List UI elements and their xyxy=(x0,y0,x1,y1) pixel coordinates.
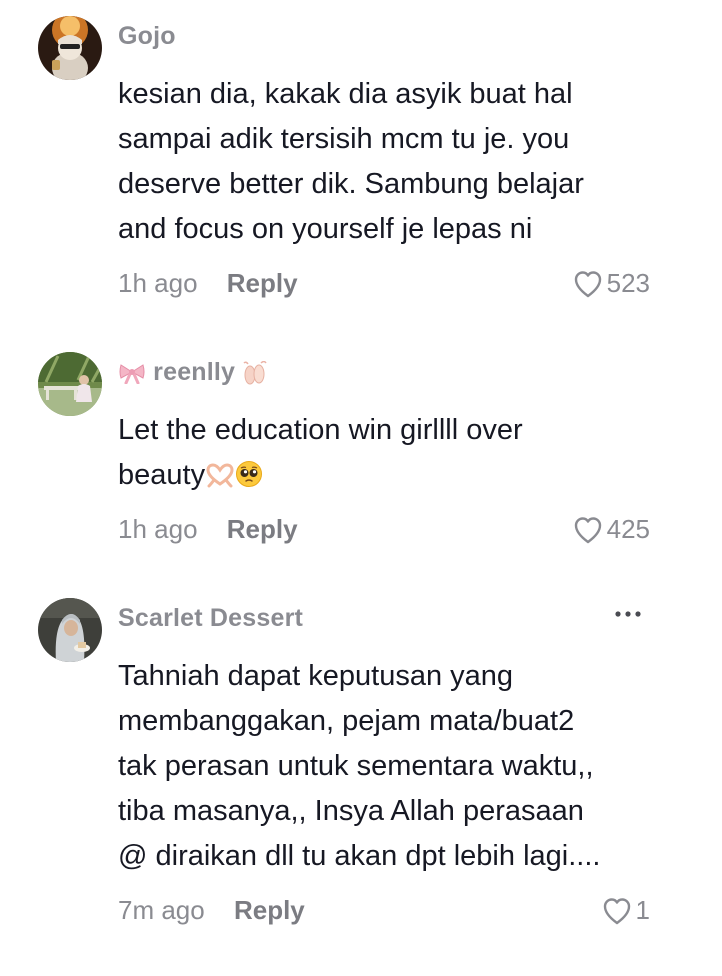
comment-text-line: Let the education win girllll over xyxy=(118,414,523,446)
avatar[interactable] xyxy=(38,598,102,662)
comment-text-line: and focus on yourself je lepas ni xyxy=(118,213,533,245)
username-row[interactable]: reenlly xyxy=(118,358,268,387)
comment-text-line: deserve better dik. Sambung belajar xyxy=(118,168,584,200)
comment-text-line: kesian dia, kakak dia asyik buat hal xyxy=(118,78,573,110)
reply-button[interactable]: Reply xyxy=(227,268,298,298)
comment-text: Tahniah dapat keputusan yang membanggaka… xyxy=(118,654,678,879)
comment-text-line: tiba masanya,, Insya Allah perasaan xyxy=(118,795,584,827)
heart-outline-icon xyxy=(574,516,601,543)
heart-outline-icon xyxy=(603,897,630,924)
like-count: 523 xyxy=(606,268,650,298)
like-button[interactable]: 425 xyxy=(573,514,650,545)
like-button[interactable]: 523 xyxy=(573,268,650,299)
avatar[interactable] xyxy=(38,16,102,80)
avatar[interactable] xyxy=(38,352,102,416)
reply-button[interactable]: Reply xyxy=(227,514,298,544)
username[interactable]: Gojo xyxy=(118,22,176,51)
comment-text: kesian dia, kakak dia asyik buat hal sam… xyxy=(118,72,678,252)
comment-text: Let the education win girllll over beaut… xyxy=(118,408,678,498)
comment-text-line: membanggakan, pejam mata/buat2 xyxy=(118,705,575,737)
comment-text-line: sampai adik tersisih mcm tu je. you xyxy=(118,123,570,155)
comment-text-fragment: beauty xyxy=(118,459,206,491)
reply-button[interactable]: Reply xyxy=(234,895,305,925)
username: reenlly xyxy=(153,358,236,386)
comment-meta: 7m ago Reply xyxy=(118,895,305,926)
heart-outline-icon xyxy=(574,270,601,297)
like-count: 1 xyxy=(635,895,650,925)
comment-text-line-with-emoji: beauty xyxy=(118,453,678,498)
comment-meta: 1h ago Reply xyxy=(118,268,298,299)
ballet-shoes-emoji xyxy=(243,361,267,385)
pleading-face-emoji xyxy=(236,461,263,487)
comment-time: 1h ago xyxy=(118,514,198,544)
comment-time: 7m ago xyxy=(118,895,205,925)
comment-text-line: tak perasan untuk sementara waktu,, xyxy=(118,750,594,782)
like-button[interactable]: 1 xyxy=(602,895,650,926)
like-count: 425 xyxy=(606,514,650,544)
heart-hands-emoji xyxy=(206,463,234,488)
comment-time: 1h ago xyxy=(118,268,198,298)
username[interactable]: Scarlet Dessert xyxy=(118,604,303,633)
more-dots-icon[interactable] xyxy=(614,608,642,620)
comment-text-line: Tahniah dapat keputusan yang xyxy=(118,660,514,692)
comment-meta: 1h ago Reply xyxy=(118,514,298,545)
pink-bow-emoji xyxy=(119,364,145,385)
comment-text-line: @ diraikan dll tu akan dpt lebih lagi...… xyxy=(118,840,601,872)
